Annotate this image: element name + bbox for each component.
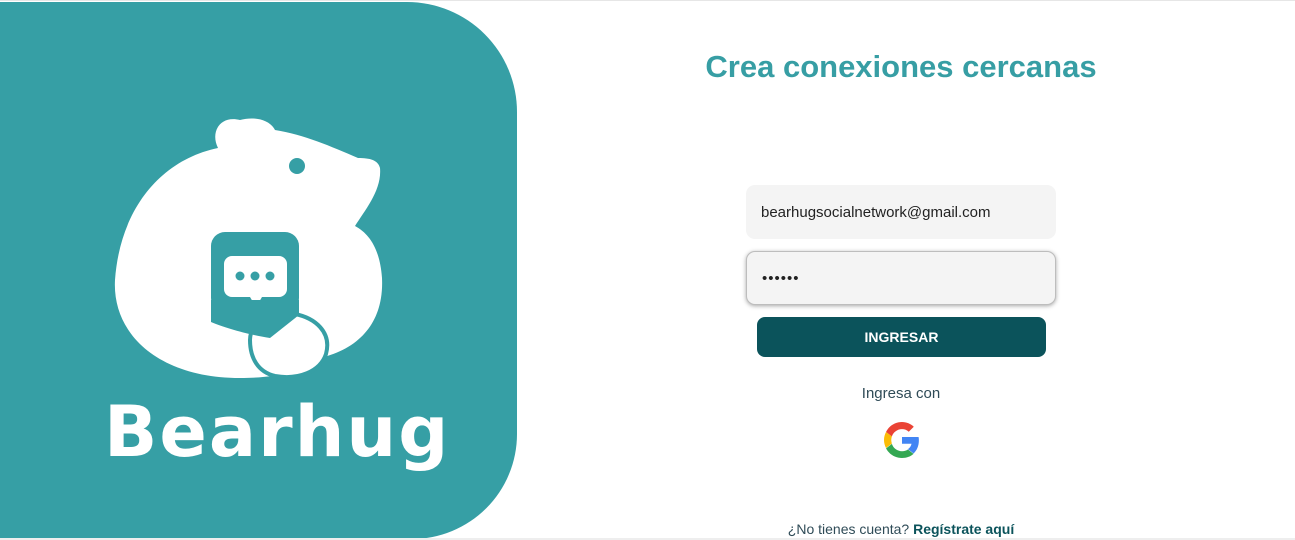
- login-page: Bearhug Crea conexiones cercanas INGRESA…: [0, 0, 1295, 540]
- brand-wordmark: Bearhug: [104, 391, 451, 473]
- password-field[interactable]: [746, 251, 1056, 305]
- signup-link[interactable]: Regístrate aquí: [913, 521, 1014, 537]
- alt-login-label: Ingresa con: [861, 385, 941, 402]
- email-field[interactable]: [746, 185, 1056, 239]
- page-title: Crea conexiones cercanas: [705, 49, 1097, 84]
- login-form: Crea conexiones cercanas INGRESAR Ingres…: [700, 1, 1102, 540]
- bear-logo-icon: [114, 118, 383, 379]
- signup-prompt: ¿No tienes cuenta?: [787, 521, 910, 537]
- brand-panel: Bearhug: [0, 2, 517, 539]
- google-icon[interactable]: [884, 422, 920, 458]
- login-button[interactable]: INGRESAR: [757, 317, 1046, 357]
- signup-row: ¿No tienes cuenta? Regístrate aquí: [700, 521, 1102, 537]
